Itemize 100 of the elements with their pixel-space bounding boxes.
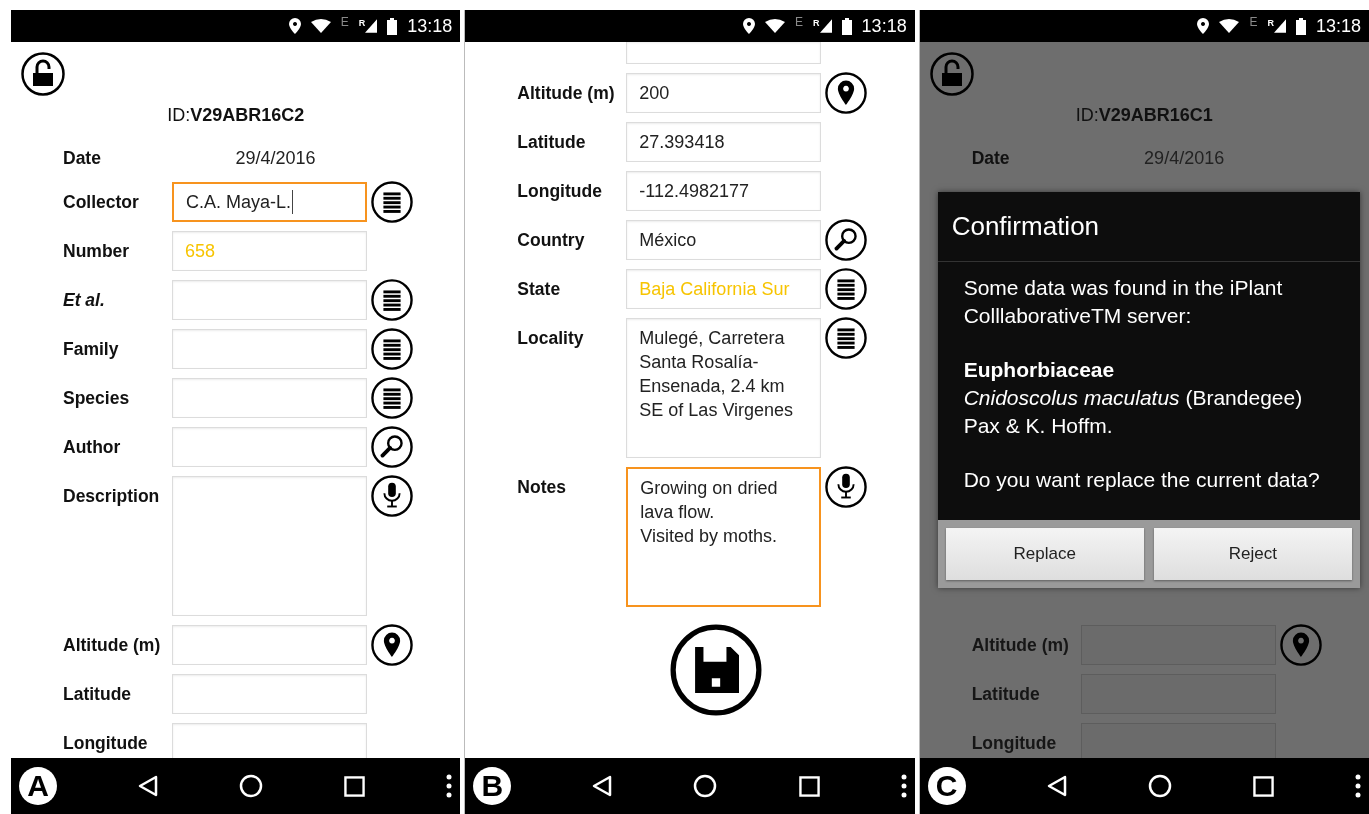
back-icon[interactable] xyxy=(138,775,159,797)
field-value: -112.4982177 xyxy=(639,180,750,203)
text-area[interactable]: Growing on dried lava flow. Visited by moths. xyxy=(626,467,822,607)
panel-label: A xyxy=(19,767,57,805)
home-icon[interactable] xyxy=(693,774,718,798)
roaming-text: R xyxy=(1267,19,1274,28)
record-id: ID:V29ABR16C1 xyxy=(1075,104,1213,127)
field-label: Latitude xyxy=(63,683,133,705)
battery-icon xyxy=(387,17,398,35)
more-options-icon[interactable] xyxy=(900,774,907,798)
save-floppy-icon[interactable] xyxy=(670,624,762,716)
home-icon[interactable] xyxy=(239,774,264,798)
input-field[interactable]: México xyxy=(626,220,822,260)
field-label: Longitude xyxy=(971,732,1058,754)
more-options-icon[interactable] xyxy=(1354,774,1361,798)
back-icon[interactable] xyxy=(1046,775,1067,797)
unlocked-padlock-icon[interactable] xyxy=(21,52,65,96)
field-value: México xyxy=(639,229,697,252)
panel-label: C xyxy=(927,767,966,805)
field-label: Date xyxy=(971,146,1011,170)
field-label: Notes xyxy=(517,476,567,498)
home-icon[interactable] xyxy=(1147,774,1172,798)
field-label: Altitude (m) xyxy=(63,634,162,656)
field-label: Locality xyxy=(517,327,585,349)
field-value: C.A. Maya-L. xyxy=(186,191,292,214)
list-icon[interactable] xyxy=(825,268,868,310)
input-field[interactable]: 200 xyxy=(626,73,822,113)
input-field[interactable] xyxy=(1080,723,1276,758)
field-label: Altitude (m) xyxy=(971,634,1070,656)
field-label: Date xyxy=(63,146,102,170)
field-label: Longitude xyxy=(517,180,603,202)
list-icon[interactable] xyxy=(371,181,413,223)
field-label: State xyxy=(517,278,562,300)
dialog-button[interactable]: Reject xyxy=(1153,528,1352,580)
input-field[interactable]: 27.393418 xyxy=(626,122,822,162)
microphone-icon[interactable] xyxy=(825,466,868,508)
network-type-text: E xyxy=(795,14,804,31)
network-type-text: E xyxy=(340,14,349,31)
recent-apps-icon[interactable] xyxy=(344,775,366,797)
microphone-icon[interactable] xyxy=(371,475,413,517)
dialog-title: Confirmation xyxy=(951,210,1100,243)
location-pin-icon[interactable] xyxy=(371,624,413,666)
family-name: Euphorbiaceae xyxy=(963,357,1116,383)
field-label: Author xyxy=(63,436,122,458)
signal-icon xyxy=(819,18,832,34)
clock-time: 13:18 xyxy=(1315,14,1361,38)
field-label: Description xyxy=(63,485,161,507)
location-icon xyxy=(743,18,756,34)
recent-apps-icon[interactable] xyxy=(798,775,820,797)
field-label: Latitude xyxy=(971,683,1041,705)
list-icon[interactable] xyxy=(825,317,868,359)
location-icon xyxy=(1197,18,1210,34)
field-value: Baja California Sur xyxy=(639,278,790,301)
location-icon xyxy=(288,18,301,34)
field-label: Number xyxy=(63,240,131,262)
list-icon[interactable] xyxy=(371,328,413,370)
field-value: Growing on dried lava flow. Visited by moths. xyxy=(640,478,778,546)
field-label: Family xyxy=(63,338,120,360)
wifi-icon xyxy=(310,19,331,33)
clock-time: 13:18 xyxy=(407,14,453,38)
battery-icon xyxy=(841,17,852,35)
search-icon[interactable] xyxy=(371,426,413,468)
field-value: 200 xyxy=(639,82,670,105)
roaming-text: R xyxy=(358,19,366,28)
wifi-icon xyxy=(1219,19,1240,33)
list-icon[interactable] xyxy=(371,377,413,419)
field-label: Latitude xyxy=(517,131,587,153)
date-value: 29/4/2016 xyxy=(1143,146,1226,170)
field-label: Altitude (m) xyxy=(517,82,616,104)
list-icon[interactable] xyxy=(371,279,413,321)
wifi-icon xyxy=(765,19,786,33)
field-label: Et al. xyxy=(63,289,106,311)
date-value: 29/4/2016 xyxy=(234,146,317,170)
dialog-button[interactable]: Replace xyxy=(945,528,1144,580)
dialog-message: Some data was found in the iPlant ColllaborativeTM server: xyxy=(963,275,1284,329)
field-label: Species xyxy=(63,387,131,409)
species-name: Cnidoscolus maculatus (Brandegee) Pax & K. Hoffm. xyxy=(963,385,1304,439)
input-field[interactable]: C.A. Maya-L. xyxy=(172,182,367,222)
text-area[interactable]: Mulegé, Carretera Santa Rosalía-Ensenada, 2.4 km SE of Las Virgenes xyxy=(626,318,822,458)
battery-icon xyxy=(1295,17,1306,35)
input-field[interactable]: -112.4982177 xyxy=(626,171,822,211)
record-id: ID:V29ABR16C2 xyxy=(167,104,305,127)
dialog-question: Do you want replace the current data? xyxy=(963,467,1321,493)
search-icon[interactable] xyxy=(825,219,868,261)
more-options-icon[interactable] xyxy=(446,774,453,798)
back-icon[interactable] xyxy=(592,775,613,797)
signal-icon xyxy=(365,18,378,34)
field-value: 658 xyxy=(185,240,216,263)
location-pin-icon[interactable] xyxy=(825,72,868,114)
panel-label: B xyxy=(473,767,512,805)
roaming-text: R xyxy=(813,19,820,28)
recent-apps-icon[interactable] xyxy=(1252,775,1274,797)
text-cursor xyxy=(292,190,294,214)
field-value: Mulegé, Carretera Santa Rosalía-Ensenada, 2.4 km SE of Las Virgenes xyxy=(639,328,794,420)
clock-time: 13:18 xyxy=(861,14,907,38)
network-type-text: E xyxy=(1249,14,1258,31)
field-value: 27.393418 xyxy=(639,131,725,154)
signal-icon xyxy=(1273,18,1286,34)
field-label: Collector xyxy=(63,191,140,213)
field-label: Country xyxy=(517,229,586,251)
